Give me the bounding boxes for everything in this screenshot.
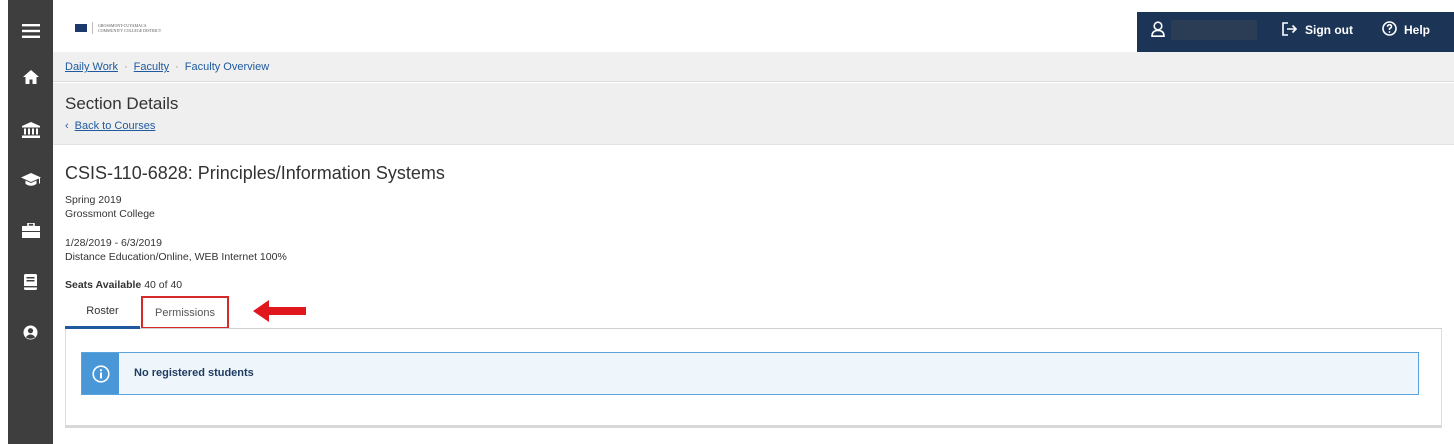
seats-label: Seats Available: [65, 279, 142, 291]
logo-subtext: COMMUNITY COLLEGE DISTRICT: [98, 28, 162, 33]
help-label: Help: [1404, 23, 1431, 37]
seats-value: 40 of 40: [144, 279, 183, 291]
logo-mark: [75, 24, 87, 32]
course-title: CSIS-110-6828: Principles/Information Sy…: [65, 163, 445, 183]
tab-roster[interactable]: Roster: [65, 296, 140, 329]
user-bar: Sign out Help: [1137, 12, 1454, 52]
no-students-message: No registered students: [134, 367, 254, 379]
user-circle-icon[interactable]: [8, 314, 53, 350]
breadcrumb-daily-work[interactable]: Daily Work: [65, 61, 118, 73]
breadcrumb-current: Faculty Overview: [184, 61, 270, 73]
course-term: Spring 2019: [65, 194, 122, 206]
sign-out-icon: [1282, 21, 1305, 39]
back-link-label: Back to Courses: [74, 120, 156, 132]
course-college: Grossmont College: [65, 208, 155, 220]
menu-icon[interactable]: [8, 13, 53, 49]
breadcrumb-faculty[interactable]: Faculty: [134, 61, 169, 73]
user-name[interactable]: [1171, 20, 1257, 40]
course-method: Distance Education/Online, WEB Internet …: [65, 251, 287, 263]
help-icon: [1382, 21, 1404, 39]
bank-icon[interactable]: [8, 112, 53, 148]
tab-permissions[interactable]: Permissions: [141, 296, 229, 329]
info-icon: [82, 353, 119, 394]
book-icon[interactable]: [8, 264, 53, 300]
page-title: Section Details: [65, 94, 179, 113]
breadcrumb-bar: Daily Work · Faculty · Faculty Overview: [53, 52, 1454, 82]
breadcrumb: Daily Work · Faculty · Faculty Overview: [65, 61, 270, 73]
course-schedule-block: 1/28/2019 - 6/3/2019 Distance Education/…: [65, 236, 287, 264]
course-dates: 1/28/2019 - 6/3/2019: [65, 237, 162, 249]
left-navigation: [8, 0, 53, 444]
user-icon[interactable]: [1151, 21, 1165, 42]
graduation-cap-icon[interactable]: [8, 162, 53, 198]
top-bar: GROSSMONT-CUYAMACA COMMUNITY COLLEGE DIS…: [53, 0, 1454, 52]
course-term-block: Spring 2019 Grossmont College: [65, 193, 155, 221]
college-logo[interactable]: GROSSMONT-CUYAMACA COMMUNITY COLLEGE DIS…: [75, 22, 161, 34]
help-button[interactable]: Help: [1382, 20, 1430, 40]
sign-out-label: Sign out: [1305, 23, 1353, 37]
info-alert: No registered students: [81, 352, 1419, 395]
briefcase-icon[interactable]: [8, 212, 53, 248]
seats-available: Seats Available 40 of 40: [65, 278, 182, 292]
red-arrow-icon: [253, 300, 307, 327]
back-to-courses-link[interactable]: ‹ Back to Courses: [65, 120, 155, 132]
page-header: Section Details ‹ Back to Courses: [53, 83, 1454, 145]
home-icon[interactable]: [8, 59, 53, 95]
sign-out-button[interactable]: Sign out: [1282, 20, 1353, 40]
chevron-left-icon: ‹: [65, 120, 69, 132]
